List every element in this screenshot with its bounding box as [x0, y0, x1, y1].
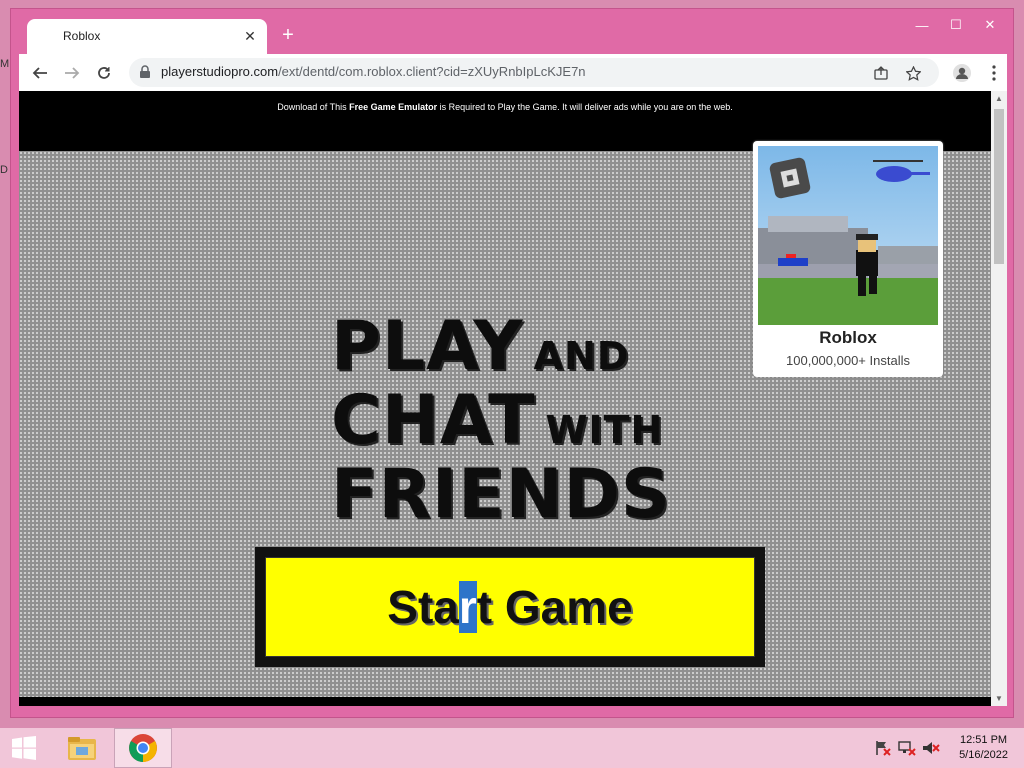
app-card[interactable]: Roblox 100,000,000+ Installs — [753, 141, 943, 377]
start-game-button[interactable]: Start Game — [265, 557, 755, 657]
desktop-edge-label: M — [0, 58, 10, 70]
bookmark-star-icon[interactable] — [903, 63, 923, 83]
close-window-button[interactable]: ✕ — [973, 13, 1007, 37]
url-path: /ext/dentd/com.roblox.client?cid=zXUyRnb… — [278, 64, 586, 79]
scroll-down-arrow-icon[interactable]: ▼ — [995, 694, 1003, 703]
reload-button[interactable] — [91, 60, 117, 86]
install-count: 100,000,000+ Installs — [786, 353, 910, 368]
tab-close-icon[interactable]: ✕ — [241, 27, 259, 45]
browser-menu-icon[interactable] — [981, 60, 1007, 86]
maximize-button[interactable]: ☐ — [939, 13, 973, 37]
windows-logo-icon — [12, 736, 36, 760]
profile-avatar-icon[interactable] — [949, 60, 975, 86]
start-game-label: Start Game — [387, 581, 633, 633]
page-viewport: Download of This Free Game Emulator is R… — [19, 91, 991, 706]
game-screenshot — [758, 146, 938, 325]
taskbar: 12:51 PM 5/16/2022 — [0, 728, 1024, 768]
minimize-button[interactable]: — — [905, 13, 939, 37]
desktop-edge-label: D — [0, 164, 8, 176]
reload-icon — [98, 67, 110, 79]
system-clock[interactable]: 12:51 PM 5/16/2022 — [959, 733, 1008, 763]
address-bar[interactable]: playerstudiopro.com/ext/dentd/com.roblox… — [129, 58, 939, 87]
new-tab-button[interactable]: + — [277, 24, 299, 46]
url-host: playerstudiopro.com — [161, 64, 279, 79]
tab-title: Roblox — [63, 29, 101, 43]
network-icon[interactable] — [898, 740, 916, 756]
folder-icon — [68, 737, 96, 760]
back-arrow-icon — [32, 67, 47, 79]
forward-arrow-icon — [65, 67, 80, 79]
clock-date: 5/16/2022 — [959, 749, 1008, 761]
back-button[interactable] — [27, 60, 53, 86]
text-selection: r — [458, 581, 477, 633]
browser-toolbar: playerstudiopro.com/ext/dentd/com.roblox… — [19, 54, 1007, 91]
page-scrollbar[interactable]: ▲ ▼ — [991, 91, 1007, 706]
browser-window: — ☐ ✕ Roblox ✕ + playerstudiopro.com/ext… — [10, 8, 1014, 718]
scroll-thumb[interactable] — [994, 109, 1004, 264]
app-title: Roblox — [819, 328, 877, 347]
share-icon[interactable] — [871, 63, 891, 83]
lock-icon[interactable] — [139, 65, 151, 79]
bottom-black-bar — [19, 697, 991, 706]
start-menu-button[interactable] — [0, 728, 48, 768]
scroll-up-arrow-icon[interactable]: ▲ — [995, 94, 1003, 103]
start-game-frame: Start Game — [255, 547, 765, 667]
chrome-icon — [129, 734, 157, 762]
volume-muted-icon[interactable] — [922, 740, 940, 756]
file-explorer-button[interactable] — [56, 728, 108, 768]
forward-button[interactable] — [59, 60, 85, 86]
clock-time: 12:51 PM — [959, 734, 1008, 746]
hero-headline: PLAY AND CHAT WITH FRIENDS — [331, 307, 671, 534]
banner-text: Download of This Free Game Emulator is R… — [277, 102, 733, 112]
url-text[interactable]: playerstudiopro.com/ext/dentd/com.roblox… — [161, 64, 586, 79]
chrome-taskbar-button[interactable] — [114, 728, 172, 768]
window-controls: — ☐ ✕ — [905, 13, 1007, 37]
action-center-flag-icon[interactable] — [874, 740, 892, 756]
browser-tab[interactable]: Roblox ✕ — [27, 19, 267, 54]
